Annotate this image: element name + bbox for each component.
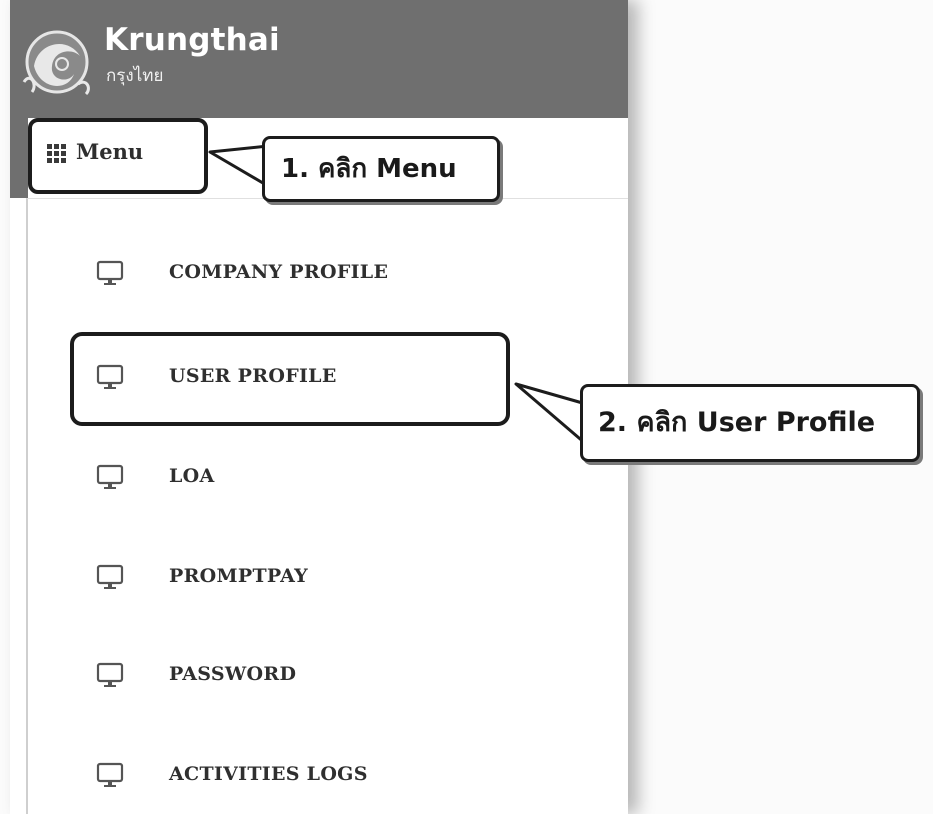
monitor-icon: [96, 464, 124, 489]
monitor-icon: [96, 364, 124, 389]
monitor-icon: [96, 662, 124, 687]
menu-item-user-profile[interactable]: USER PROFILE: [70, 352, 510, 402]
callout-step-2: 2. คลิก User Profile: [580, 384, 920, 462]
callout-step-1: 1. คลิก Menu: [262, 136, 500, 202]
menu-item-loa[interactable]: LOA: [70, 452, 510, 502]
menu-item-label: COMPANY PROFILE: [169, 261, 389, 283]
brand-name: Krungthai: [104, 22, 280, 58]
monitor-icon: [96, 260, 124, 285]
menu-item-password[interactable]: PASSWORD: [70, 650, 510, 700]
grid-icon: [47, 144, 66, 163]
menu-bar-shade: [10, 118, 28, 198]
menu-label: Menu: [76, 139, 144, 164]
monitor-icon: [96, 762, 124, 787]
menu-item-promptpay[interactable]: PROMPTPAY: [70, 552, 510, 602]
menu-item-activities-logs[interactable]: ACTIVITIES LOGS: [70, 750, 510, 800]
menu-item-label: ACTIVITIES LOGS: [169, 763, 368, 785]
menu-item-label: USER PROFILE: [169, 365, 337, 387]
sidebar-panel: Krungthai กรุงไทย Menu COMPANY PROFILE U…: [10, 0, 628, 814]
menu-item-label: PASSWORD: [169, 663, 297, 685]
menu-item-company-profile[interactable]: COMPANY PROFILE: [70, 248, 510, 298]
menu-button[interactable]: Menu: [28, 118, 208, 194]
monitor-icon: [96, 564, 124, 589]
menu-item-label: PROMPTPAY: [169, 565, 309, 587]
brand-subtitle: กรุงไทย: [106, 66, 164, 86]
app-header: Krungthai กรุงไทย: [10, 0, 628, 118]
krungthai-logo-icon: [22, 30, 90, 96]
menu-item-label: LOA: [169, 465, 215, 487]
